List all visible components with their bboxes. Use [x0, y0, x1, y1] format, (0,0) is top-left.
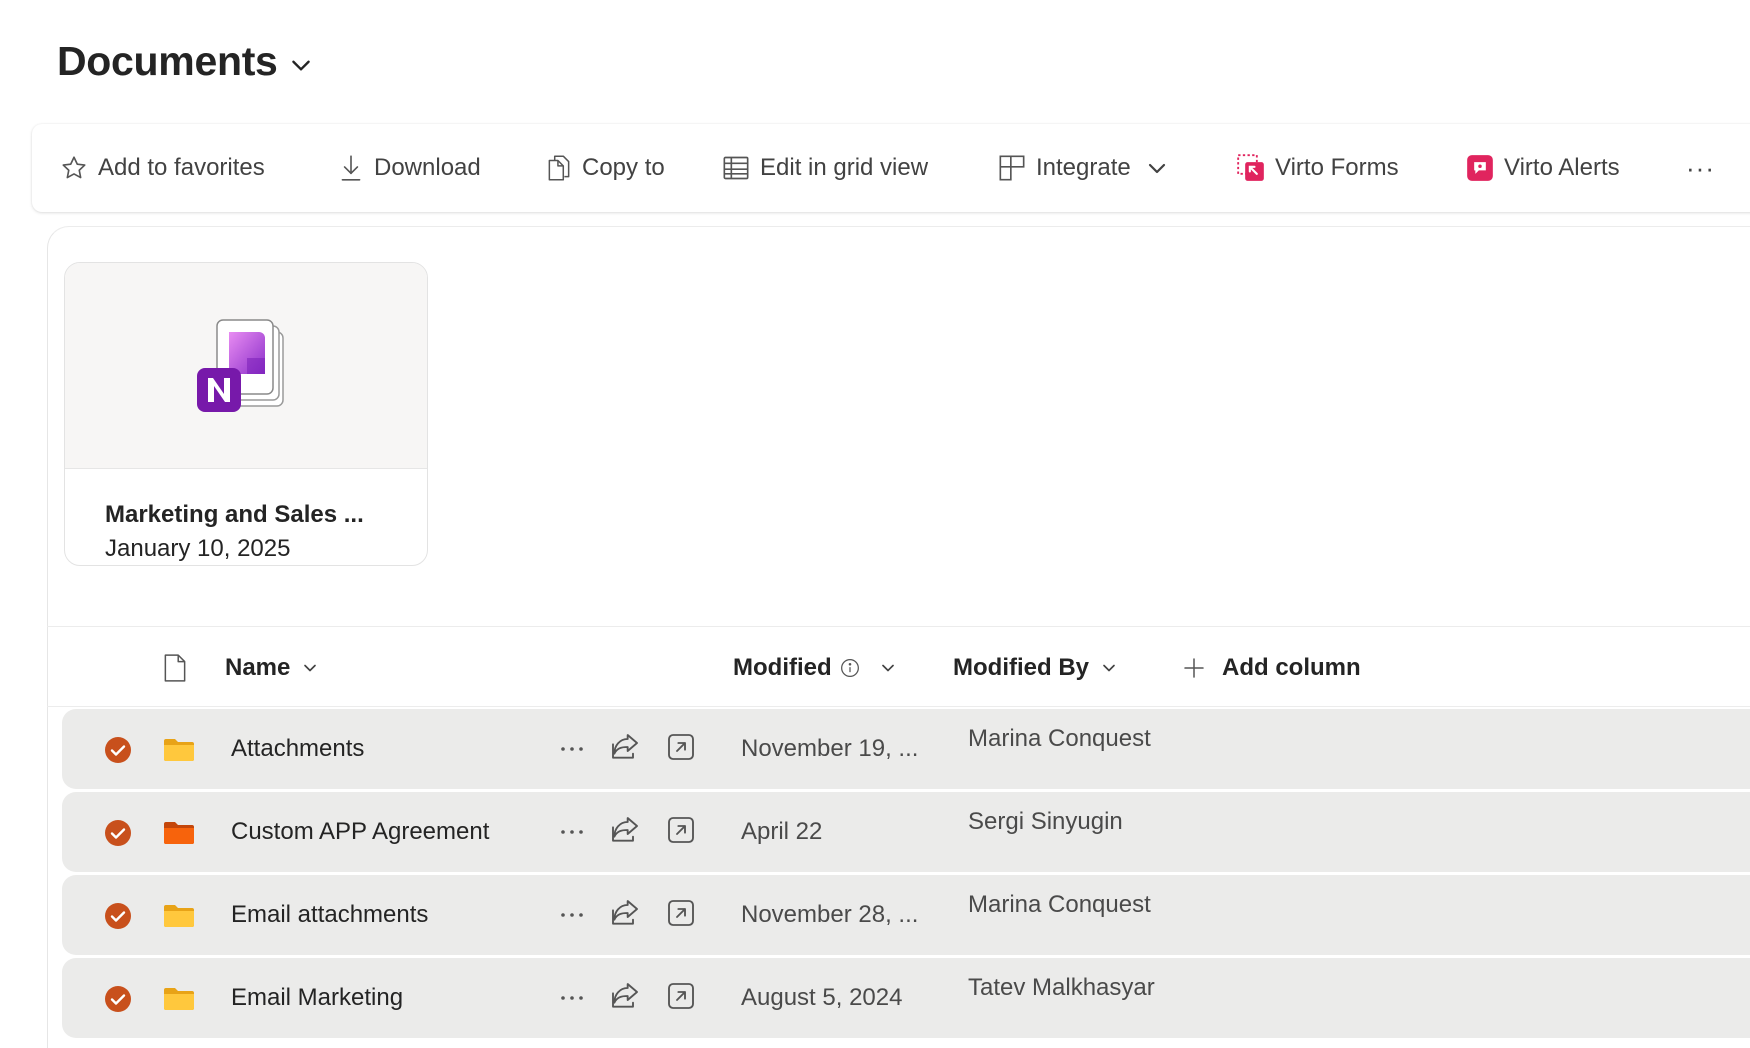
virto-alerts-label: Virto Alerts [1504, 154, 1620, 181]
download-icon [341, 155, 361, 181]
edit-in-grid-view-button[interactable]: Edit in grid view [722, 124, 928, 212]
page: Documents Add to favorites Download Copy… [0, 0, 1750, 1048]
command-bar: Add to favorites Download Copy to Edit i… [32, 124, 1750, 212]
virto-forms-icon [1237, 154, 1264, 181]
share-icon[interactable] [609, 897, 641, 929]
download-label: Download [374, 154, 481, 181]
plus-icon [1184, 658, 1204, 678]
edit-in-grid-view-label: Edit in grid view [760, 154, 929, 181]
virto-alerts-icon [1467, 155, 1493, 181]
chevron-down-icon [1148, 163, 1165, 174]
integrate-label: Integrate [1036, 154, 1131, 181]
add-column-label: Add column [1222, 654, 1361, 681]
file-card-name: Marketing and Sales ... [105, 501, 364, 528]
table-row[interactable]: Custom APP Agreement April 22 Sergi Siny… [62, 792, 1750, 872]
file-card-thumbnail [65, 263, 427, 469]
star-icon [62, 156, 86, 179]
row-name[interactable]: Email Marketing [231, 958, 403, 1038]
row-modified: April 22 [741, 818, 823, 845]
name-column-header[interactable]: Name [225, 640, 320, 696]
open-in-new-icon[interactable] [665, 897, 697, 929]
row-modified-by[interactable]: Sergi Sinyugin [968, 808, 1123, 836]
modified-by-column-label: Modified By [953, 654, 1089, 681]
folder-icon [164, 905, 194, 927]
copy-icon [548, 155, 570, 181]
name-column-label: Name [225, 654, 291, 681]
more-icon: ··· [1686, 152, 1715, 183]
open-in-new-icon[interactable] [665, 731, 697, 763]
chevron-down-icon [1103, 664, 1115, 672]
more-options-icon[interactable] [552, 895, 592, 935]
file-card[interactable]: Marketing and Sales ... January 10, 2025 [64, 262, 428, 566]
more-options-icon[interactable] [552, 812, 592, 852]
table-row[interactable]: Email attachments November 28, ... Marin… [62, 875, 1750, 955]
share-icon[interactable] [609, 814, 641, 846]
folder-icon [164, 739, 194, 761]
page-title: Documents [57, 38, 278, 84]
more-options-icon[interactable] [552, 978, 592, 1018]
folder-icon [164, 822, 194, 844]
virto-forms-label: Virto Forms [1275, 154, 1399, 181]
add-to-favorites-button[interactable]: Add to favorites [60, 124, 265, 212]
copy-to-label: Copy to [582, 154, 665, 181]
share-icon[interactable] [609, 731, 641, 763]
row-name[interactable]: Attachments [231, 709, 364, 789]
row-modified: August 5, 2024 [741, 984, 903, 1011]
modified-by-column-header[interactable]: Modified By [953, 640, 1119, 696]
chevron-down-icon [881, 664, 894, 672]
onenote-icon [197, 319, 284, 412]
row-modified: November 28, ... [741, 901, 919, 928]
row-modified-by[interactable]: Marina Conquest [968, 891, 1151, 919]
copy-to-button[interactable]: Copy to [546, 124, 665, 212]
virto-alerts-button[interactable]: Virto Alerts [1466, 124, 1620, 212]
integrate-menu-button[interactable]: Integrate [998, 124, 1169, 212]
more-commands-button[interactable]: ··· [1686, 124, 1715, 212]
checked-circle-icon[interactable] [104, 819, 132, 847]
add-to-favorites-label: Add to favorites [98, 154, 265, 181]
modified-column-header[interactable]: Modified [733, 640, 898, 696]
file-card-date: January 10, 2025 [105, 535, 291, 562]
grid-icon [723, 156, 749, 180]
row-name[interactable]: Email attachments [231, 875, 428, 955]
table-row[interactable]: Email Marketing August 5, 2024 Tatev Mal… [62, 958, 1750, 1038]
row-modified-by[interactable]: Tatev Malkhasyar [968, 974, 1155, 1002]
row-name[interactable]: Custom APP Agreement [231, 792, 489, 872]
virto-forms-button[interactable]: Virto Forms [1237, 124, 1399, 212]
folder-icon [164, 988, 194, 1010]
table-row[interactable]: Attachments November 19, ... Marina Conq… [62, 709, 1750, 789]
header-divider [47, 706, 1750, 707]
checked-circle-icon[interactable] [104, 902, 132, 930]
share-icon[interactable] [609, 980, 641, 1012]
list-divider [47, 626, 1750, 627]
integrate-icon [999, 155, 1025, 181]
row-modified: November 19, ... [741, 735, 919, 762]
info-icon [840, 659, 859, 677]
checked-circle-icon[interactable] [104, 736, 132, 764]
chevron-down-icon [304, 664, 317, 672]
file-icon [164, 654, 186, 682]
checked-circle-icon[interactable] [104, 985, 132, 1013]
library-title-dropdown[interactable]: Documents [57, 38, 314, 85]
modified-column-label: Modified [733, 654, 832, 681]
file-type-column-header[interactable] [162, 640, 188, 696]
download-button[interactable]: Download [338, 124, 481, 212]
open-in-new-icon[interactable] [665, 814, 697, 846]
more-options-icon[interactable] [552, 729, 592, 769]
add-column-button[interactable]: Add column [1182, 640, 1361, 696]
chevron-down-icon [291, 60, 310, 71]
row-modified-by[interactable]: Marina Conquest [968, 725, 1151, 753]
open-in-new-icon[interactable] [665, 980, 697, 1012]
